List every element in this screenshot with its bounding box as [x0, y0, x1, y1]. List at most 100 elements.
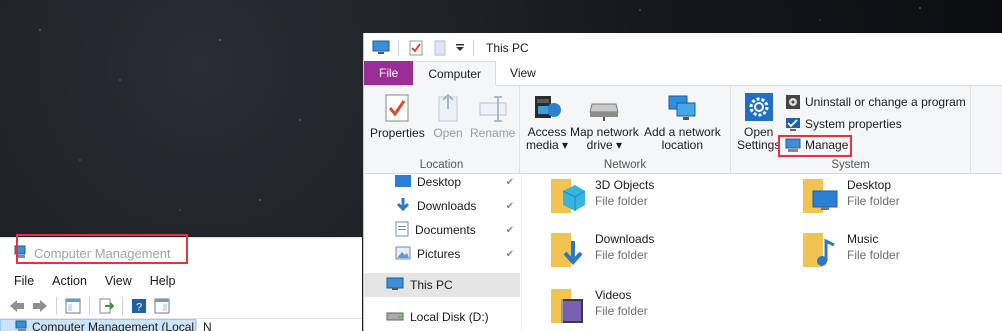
nav-item-desktop[interactable]: Desktop ✔ — [364, 175, 520, 194]
folder-3d-objects[interactable]: 3D Objects File folder — [549, 177, 654, 217]
explorer-content: Desktop ✔ Downloads ✔ Documents ✔ Pictur… — [364, 175, 1002, 331]
help-icon[interactable]: ? — [130, 297, 148, 315]
open-settings-label-2: Settings — [737, 138, 781, 152]
nav-item-documents[interactable]: Documents ✔ — [364, 218, 520, 242]
folder-name: Videos — [595, 288, 632, 302]
computer-icon[interactable] — [372, 40, 390, 56]
desktop-icon — [395, 175, 411, 190]
pictures-icon — [395, 246, 411, 263]
open-icon — [432, 92, 464, 124]
nav-item-label: Local Disk (D:) — [410, 310, 489, 324]
uninstall-icon — [785, 94, 801, 110]
access-media-label-2: media ▾ — [526, 138, 569, 152]
pin-icon: ✔ — [505, 224, 514, 236]
pin-icon: ✔ — [505, 200, 514, 212]
map-network-drive-label-2: drive ▾ — [586, 138, 623, 152]
documents-icon — [395, 221, 409, 240]
manage-button[interactable]: Manage — [785, 135, 848, 155]
nav-item-pictures[interactable]: Pictures ✔ — [364, 242, 520, 266]
properties-button[interactable]: Properties — [370, 92, 425, 140]
rename-button[interactable]: Rename — [470, 92, 515, 140]
nav-item-label: Desktop — [417, 175, 462, 189]
menu-file[interactable]: File — [14, 274, 34, 288]
svg-text:?: ? — [136, 301, 142, 313]
folder-name: 3D Objects — [595, 178, 655, 192]
folder-downloads[interactable]: Downloads File folder — [549, 231, 654, 271]
tab-computer[interactable]: Computer — [413, 61, 497, 86]
desktop-folder-icon — [801, 177, 839, 217]
settings-gear-icon — [743, 91, 775, 123]
system-properties-icon — [785, 116, 801, 132]
access-media-button[interactable]: Access media ▾ — [526, 91, 568, 152]
show-hide-action-pane-icon[interactable] — [153, 297, 171, 315]
computer-management-window: Computer Management File Action View Hel… — [0, 234, 362, 331]
computer-management-icon — [14, 245, 28, 262]
menu-action[interactable]: Action — [52, 274, 87, 288]
back-arrow-icon[interactable] — [8, 297, 26, 315]
title-bar: This PC — [364, 33, 1002, 62]
ribbon-tabs: File Computer View — [364, 61, 1002, 86]
uninstall-label: Uninstall or change a program — [805, 95, 966, 109]
nav-item-label: This PC — [410, 278, 453, 292]
computer-manage-icon — [785, 137, 801, 153]
tree-item-label: Computer Management (Local — [32, 320, 195, 331]
nav-item-this-pc[interactable]: This PC — [364, 273, 520, 297]
downloads-folder-icon — [549, 231, 587, 271]
folder-name: Desktop — [847, 178, 892, 192]
new-folder-icon[interactable] — [431, 40, 449, 56]
properties-icon — [381, 92, 413, 124]
quick-access-dropdown-icon[interactable] — [455, 40, 465, 56]
ribbon: Properties Open Rename Location Access m… — [364, 86, 1002, 174]
folder-name: Music — [847, 232, 879, 246]
properties-check-icon[interactable] — [407, 40, 425, 56]
tab-view[interactable]: View — [496, 61, 550, 85]
manage-label: Manage — [805, 138, 849, 152]
folder-desktop[interactable]: Desktop File folder — [801, 177, 900, 217]
properties-label: Properties — [370, 126, 425, 140]
system-properties-label: System properties — [805, 117, 902, 131]
menu-view[interactable]: View — [105, 274, 132, 288]
folder-music[interactable]: Music File folder — [801, 231, 900, 271]
menu-help[interactable]: Help — [150, 274, 176, 288]
open-settings-button[interactable]: Open Settings — [737, 91, 780, 152]
folder-type: File folder — [847, 248, 900, 262]
media-server-icon — [531, 91, 563, 123]
network-location-icon — [666, 91, 698, 123]
nav-item-local-disk-d[interactable]: Local Disk (D:) — [364, 305, 520, 329]
ribbon-group-location: Properties Open Rename Location — [364, 86, 520, 173]
folder-type: File folder — [595, 248, 648, 262]
nav-item-downloads[interactable]: Downloads ✔ — [364, 194, 520, 218]
this-pc-icon — [386, 277, 404, 294]
window-title: This PC — [486, 40, 529, 55]
pin-icon: ✔ — [505, 176, 514, 188]
separator — [473, 39, 474, 56]
tab-file[interactable]: File — [364, 61, 414, 85]
add-network-location-button[interactable]: Add a network location — [644, 91, 721, 152]
open-label: Open — [433, 126, 463, 140]
tree-item-computer-management[interactable]: Computer Management (Local — [0, 319, 196, 331]
folder-type: File folder — [595, 194, 648, 208]
export-list-icon[interactable] — [97, 297, 115, 315]
cm-menu-bar: File Action View Help — [0, 269, 362, 293]
uninstall-program-button[interactable]: Uninstall or change a program — [785, 92, 966, 112]
folder-videos[interactable]: Videos File folder — [549, 287, 648, 327]
cm-title-text: Computer Management — [34, 246, 171, 261]
separator — [56, 296, 57, 315]
drive-icon — [386, 310, 404, 325]
3d-objects-folder-icon — [549, 177, 587, 217]
system-properties-button[interactable]: System properties — [785, 114, 902, 134]
nav-item-label: Downloads — [417, 199, 477, 213]
cm-toolbar: ? — [0, 293, 362, 319]
location-group-label: Location — [419, 159, 464, 171]
forward-arrow-icon[interactable] — [31, 297, 49, 315]
folder-name: Downloads — [595, 232, 655, 246]
show-hide-tree-icon[interactable] — [64, 297, 82, 315]
map-network-drive-button[interactable]: Map network drive ▾ — [570, 91, 639, 152]
system-group-label: System — [831, 159, 870, 171]
music-folder-icon — [801, 231, 839, 271]
file-explorer-window: This PC File Computer View Properties Op… — [363, 33, 1002, 331]
cm-tree-panes: Computer Management (Local N — [0, 319, 362, 331]
open-button[interactable]: Open — [432, 92, 464, 140]
ribbon-group-system: Open Settings Uninstall or change a prog… — [731, 86, 971, 173]
rename-label: Rename — [470, 126, 516, 140]
